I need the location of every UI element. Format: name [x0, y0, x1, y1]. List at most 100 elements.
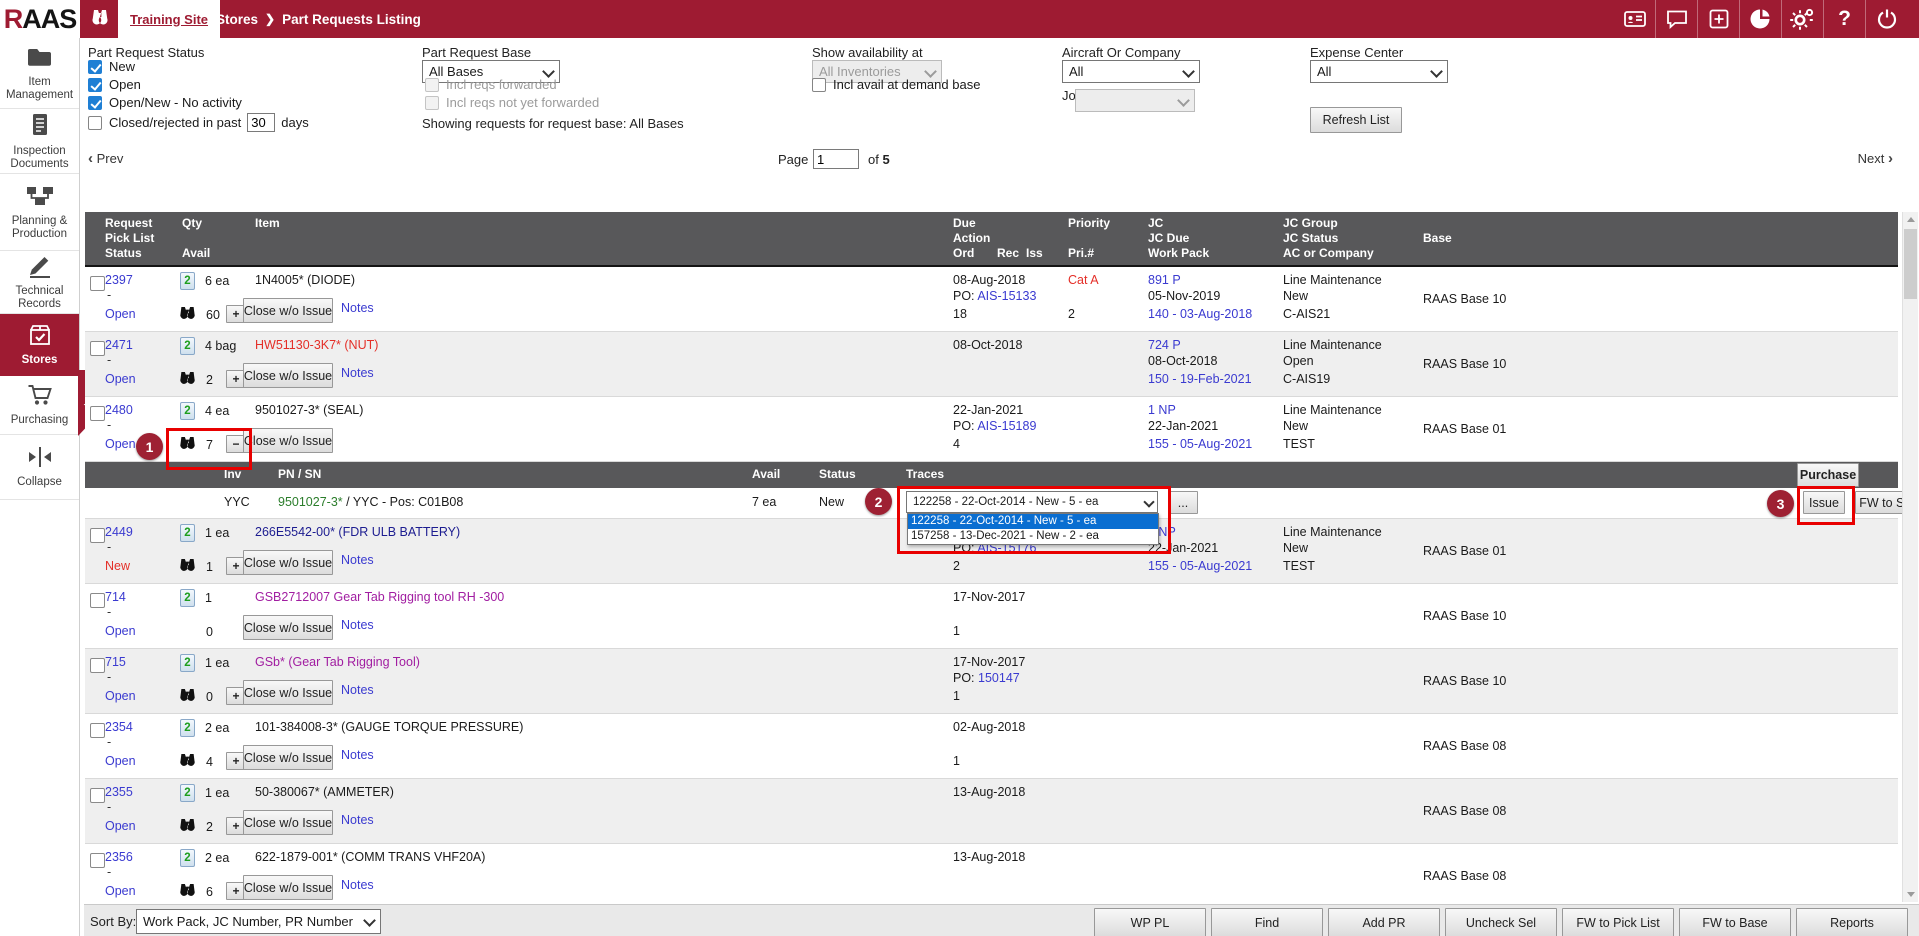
- footer-button[interactable]: FW to Base: [1679, 908, 1791, 936]
- close-wo-issue-button[interactable]: Close w/o Issue: [243, 615, 333, 640]
- refresh-list-button[interactable]: Refresh List: [1310, 107, 1402, 133]
- footer-button[interactable]: Find: [1211, 908, 1323, 936]
- binoculars-icon[interactable]: [177, 818, 198, 836]
- binoculars-icon[interactable]: [177, 753, 198, 771]
- scrollbar-thumb[interactable]: [1904, 229, 1917, 299]
- row-checkbox[interactable]: [90, 658, 105, 673]
- request-number-link[interactable]: 2449: [105, 525, 133, 539]
- request-number-link[interactable]: 2356: [105, 850, 133, 864]
- po-link[interactable]: 150147: [978, 671, 1020, 685]
- sidebar-item-collapse[interactable]: Collapse: [0, 435, 79, 500]
- binoculars-icon[interactable]: [177, 436, 198, 454]
- binoculars-icon[interactable]: [177, 306, 198, 324]
- notes-link[interactable]: Notes: [341, 878, 374, 892]
- row-checkbox[interactable]: [90, 341, 105, 356]
- po-link[interactable]: AIS-15133: [977, 289, 1036, 303]
- purchase-button[interactable]: Purchase: [1797, 463, 1859, 487]
- pn-link[interactable]: 9501027-3*: [278, 495, 343, 509]
- settings-icon[interactable]: [1781, 0, 1823, 38]
- item-info-icon[interactable]: 2: [180, 654, 195, 672]
- item-info-icon[interactable]: 2: [180, 784, 195, 802]
- request-status-link[interactable]: New: [105, 559, 130, 573]
- close-wo-issue-button[interactable]: Close w/o Issue: [243, 363, 333, 388]
- item-info-icon[interactable]: 2: [180, 849, 195, 867]
- footer-button[interactable]: FW to Pick List: [1562, 908, 1674, 936]
- request-status-link[interactable]: Open: [105, 754, 136, 768]
- chat-icon[interactable]: [1655, 0, 1697, 38]
- request-status-link[interactable]: Open: [105, 884, 136, 898]
- work-pack-link[interactable]: 155 - 05-Aug-2021: [1148, 437, 1252, 451]
- item-info-icon[interactable]: 2: [180, 337, 195, 355]
- scroll-up-icon[interactable]: [1903, 212, 1918, 227]
- more-traces-button[interactable]: ...: [1168, 491, 1198, 514]
- po-link[interactable]: AIS-15189: [977, 419, 1036, 433]
- aircraft-or-company-select[interactable]: All: [1062, 60, 1200, 83]
- work-pack-link[interactable]: 150 - 19-Feb-2021: [1148, 372, 1252, 386]
- request-number-link[interactable]: 714: [105, 590, 126, 604]
- sidebar-item-planning-production[interactable]: Planning & Production: [0, 174, 79, 251]
- close-wo-issue-button[interactable]: Close w/o Issue: [243, 680, 333, 705]
- pie-chart-icon[interactable]: [1739, 0, 1781, 38]
- checkbox-new[interactable]: New: [88, 59, 135, 74]
- close-wo-issue-button[interactable]: Close w/o Issue: [243, 428, 333, 453]
- request-status-link[interactable]: Open: [105, 307, 136, 321]
- request-status-link[interactable]: Open: [105, 624, 136, 638]
- scroll-down-icon[interactable]: [1903, 887, 1918, 902]
- checkbox-incl-avail-demand-base[interactable]: Incl avail at demand base: [812, 77, 980, 92]
- notes-link[interactable]: Notes: [341, 301, 374, 315]
- traces-select[interactable]: 122258 - 22-Oct-2014 - New - 5 - ea: [906, 491, 1158, 513]
- item-info-icon[interactable]: 2: [180, 589, 195, 607]
- sidebar-item-item-management[interactable]: Item Management: [0, 38, 79, 109]
- row-checkbox[interactable]: [90, 723, 105, 738]
- close-wo-issue-button[interactable]: Close w/o Issue: [243, 550, 333, 575]
- binoculars-icon[interactable]: [177, 883, 198, 901]
- row-checkbox[interactable]: [90, 593, 105, 608]
- row-checkbox[interactable]: [90, 406, 105, 421]
- request-status-link[interactable]: Open: [105, 437, 136, 451]
- request-status-link[interactable]: Open: [105, 689, 136, 703]
- binoculars-icon[interactable]: [88, 7, 112, 34]
- sort-by-select[interactable]: Work Pack, JC Number, PR Number: [136, 909, 381, 934]
- sidebar-item-purchasing[interactable]: Purchasing: [0, 376, 79, 435]
- item-info-icon[interactable]: 2: [180, 272, 195, 290]
- close-wo-issue-button[interactable]: Close w/o Issue: [243, 810, 333, 835]
- notes-link[interactable]: Notes: [341, 683, 374, 697]
- expense-center-select[interactable]: All: [1310, 60, 1448, 83]
- footer-button[interactable]: Reports: [1796, 908, 1908, 936]
- checkbox-icon[interactable]: [88, 96, 102, 110]
- binoculars-icon[interactable]: [177, 371, 198, 389]
- request-number-link[interactable]: 2480: [105, 403, 133, 417]
- checkbox-icon[interactable]: [88, 60, 102, 74]
- row-checkbox[interactable]: [90, 853, 105, 868]
- jc-link[interactable]: 1 NP: [1148, 403, 1176, 417]
- checkbox-closed-rejected[interactable]: Closed/rejected in past days: [88, 113, 309, 132]
- closed-days-input[interactable]: [247, 113, 275, 132]
- binoculars-icon[interactable]: [177, 558, 198, 576]
- notes-link[interactable]: Notes: [341, 618, 374, 632]
- checkbox-icon[interactable]: [812, 78, 826, 92]
- notes-link[interactable]: Notes: [341, 748, 374, 762]
- footer-button[interactable]: Add PR: [1328, 908, 1440, 936]
- vertical-scrollbar[interactable]: [1902, 212, 1918, 902]
- checkbox-open[interactable]: Open: [88, 77, 141, 92]
- request-status-link[interactable]: Open: [105, 372, 136, 386]
- add-icon[interactable]: [1697, 0, 1739, 38]
- notes-link[interactable]: Notes: [341, 813, 374, 827]
- request-number-link[interactable]: 2397: [105, 273, 133, 287]
- page-number-input[interactable]: [813, 149, 859, 169]
- binoculars-icon[interactable]: [177, 688, 198, 706]
- traces-option[interactable]: 157258 - 13-Dec-2021 - New - 2 - ea: [908, 529, 1158, 544]
- notes-link[interactable]: Notes: [341, 553, 374, 567]
- checkbox-icon[interactable]: [88, 78, 102, 92]
- help-icon[interactable]: ?: [1823, 0, 1865, 38]
- item-info-icon[interactable]: 2: [180, 402, 195, 420]
- id-card-icon[interactable]: [1614, 0, 1655, 38]
- request-number-link[interactable]: 715: [105, 655, 126, 669]
- request-number-link[interactable]: 2354: [105, 720, 133, 734]
- request-number-link[interactable]: 2355: [105, 785, 133, 799]
- next-page-link[interactable]: Next ›: [1858, 150, 1893, 167]
- footer-button[interactable]: WP PL: [1094, 908, 1206, 936]
- jc-link[interactable]: 891 P: [1148, 273, 1181, 287]
- traces-option[interactable]: 122258 - 22-Oct-2014 - New - 5 - ea: [908, 514, 1158, 529]
- jc-link[interactable]: 724 P: [1148, 338, 1181, 352]
